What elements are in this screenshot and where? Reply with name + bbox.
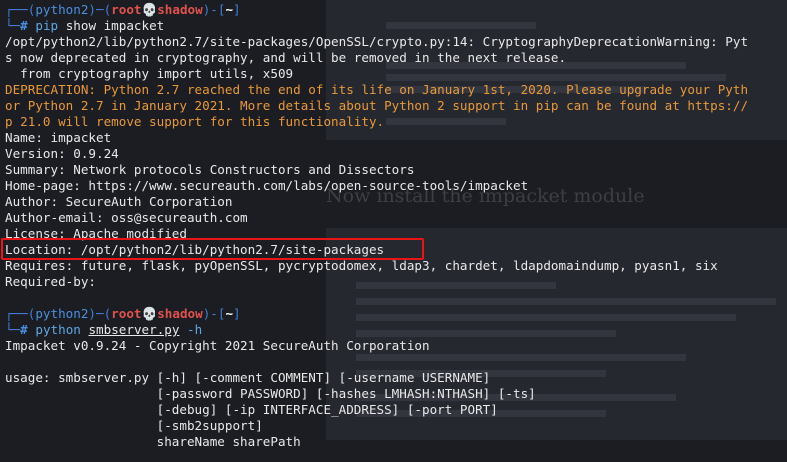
author-email-line: Author-email: oss@secureauth.com (5, 210, 248, 225)
prompt-path: ~ (225, 2, 234, 17)
usage-line-5: shareName sharePath (5, 434, 301, 449)
prompt-user: root (111, 306, 142, 321)
banner-line: Impacket v0.9.24 - Copyright 2021 Secure… (5, 338, 430, 353)
warning-line-1: /opt/python2/lib/python2.7/site-packages… (5, 34, 749, 49)
warning-line-2: s now deprecated in cryptography, and wi… (5, 50, 567, 65)
usage-line-3: [-debug] [-ip INTERFACE_ADDRESS] [-port … (5, 402, 498, 417)
author-line: Author: SecureAuth Corporation (5, 194, 233, 209)
deprecation-line-1: DEPRECATION: Python 2.7 reached the end … (5, 82, 749, 97)
requires-line: Requires: future, flask, pyOpenSSL, pycr… (5, 258, 718, 273)
deprecation-line-3: p 21.0 will remove support for this func… (5, 114, 385, 129)
command-line-2: └─# python smbserver.py -h (5, 322, 203, 337)
prompt-host: shadow (157, 306, 203, 321)
pip-command: pip (35, 18, 59, 33)
homepage-line: Home-page: https://www.secureauth.com/la… (5, 178, 529, 193)
prompt-line-2: ┌──(python2)─(root💀shadow)-[~] (5, 306, 241, 321)
help-flag: -h (187, 322, 203, 337)
prompt-user: root (111, 2, 142, 17)
prompt-env: python2 (35, 2, 89, 17)
skull-icon: 💀 (141, 306, 158, 321)
prompt-line-1: ┌──(python2)─(root💀shadow)-[~] (5, 2, 241, 17)
prompt-hash: # (20, 18, 28, 33)
summary-line: Summary: Network protocols Constructors … (5, 162, 415, 177)
usage-line-2: [-password PASSWORD] [-hashes LMHASH:NTH… (5, 386, 536, 401)
skull-icon: 💀 (141, 2, 158, 17)
script-name: smbserver.py (88, 322, 180, 337)
prompt-path: ~ (225, 306, 234, 321)
prompt-host: shadow (157, 2, 203, 17)
version-line: Version: 0.9.24 (5, 146, 119, 161)
python-command: python (35, 322, 81, 337)
usage-line-1: usage: smbserver.py [-h] [-comment COMME… (5, 370, 491, 385)
name-line: Name: impacket (5, 130, 112, 145)
warning-line-3: from cryptography import utils, x509 (5, 66, 294, 81)
prompt-env: python2 (35, 306, 89, 321)
required-by-line: Required-by: (5, 274, 96, 289)
command-line-1: └─# pip show impacket (5, 18, 165, 33)
usage-line-4: [-smb2support] (5, 418, 263, 433)
terminal[interactable]: ┌──(python2)─(root💀shadow)-[~] └─# pip s… (0, 0, 787, 462)
location-highlight-box (1, 238, 424, 260)
deprecation-line-2: or Python 2.7 in January 2021. More deta… (5, 98, 749, 113)
pip-args: show impacket (58, 18, 165, 33)
prompt-hash: # (20, 322, 28, 337)
